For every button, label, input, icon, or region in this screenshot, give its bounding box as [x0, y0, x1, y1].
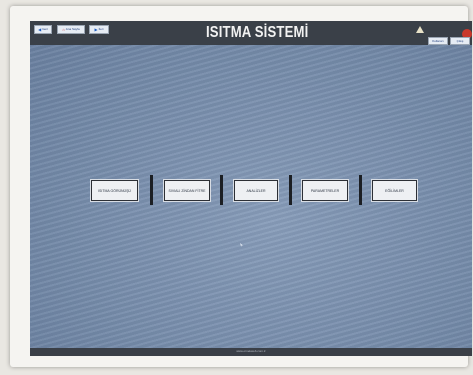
mouse-cursor-icon: [240, 243, 243, 247]
home-button[interactable]: ⌂ Ana Sayfa: [57, 25, 85, 34]
arrow-left-icon: ◀: [38, 27, 42, 32]
hmi-screen: ◀ Geri ⌂ Ana Sayfa ▶ İleri ISITMA SİSTEM…: [30, 21, 472, 356]
user-button[interactable]: Kullanıcı: [428, 37, 448, 45]
bottom-bar: www.ornekweb.com.tr: [30, 348, 472, 356]
back-button[interactable]: ◀ Geri: [34, 25, 52, 34]
menu-button-parameters[interactable]: PARAMETRELER: [302, 180, 348, 201]
footer-text: www.ornekweb.com.tr: [236, 349, 266, 353]
arrow-right-icon: ▶: [94, 27, 98, 32]
home-icon: ⌂: [62, 27, 65, 32]
menu-separator: [150, 175, 153, 205]
menu-separator: [289, 175, 292, 205]
forward-button-label: İleri: [98, 27, 104, 31]
exit-button[interactable]: Çıkış: [450, 37, 470, 45]
menu-button-trends[interactable]: EĞİLİMLER: [372, 180, 417, 201]
warning-icon: [416, 26, 424, 33]
menu-separator: [359, 175, 362, 205]
menu-button-heating-view[interactable]: ISITMA GÖRÜNÜŞÜ: [91, 180, 138, 201]
menu-button-analysis[interactable]: ANALİZLER: [234, 180, 278, 201]
forward-button[interactable]: ▶ İleri: [89, 25, 109, 34]
menu-separator: [220, 175, 223, 205]
top-bar: ◀ Geri ⌂ Ana Sayfa ▶ İleri ISITMA SİSTEM…: [30, 21, 472, 45]
home-button-label: Ana Sayfa: [65, 27, 80, 31]
back-button-label: Geri: [42, 27, 48, 31]
menu-button-filter[interactable]: SIVIALI ZİNDAN FİTRE: [164, 180, 210, 201]
page-title: ISITMA SİSTEMİ: [206, 24, 309, 41]
